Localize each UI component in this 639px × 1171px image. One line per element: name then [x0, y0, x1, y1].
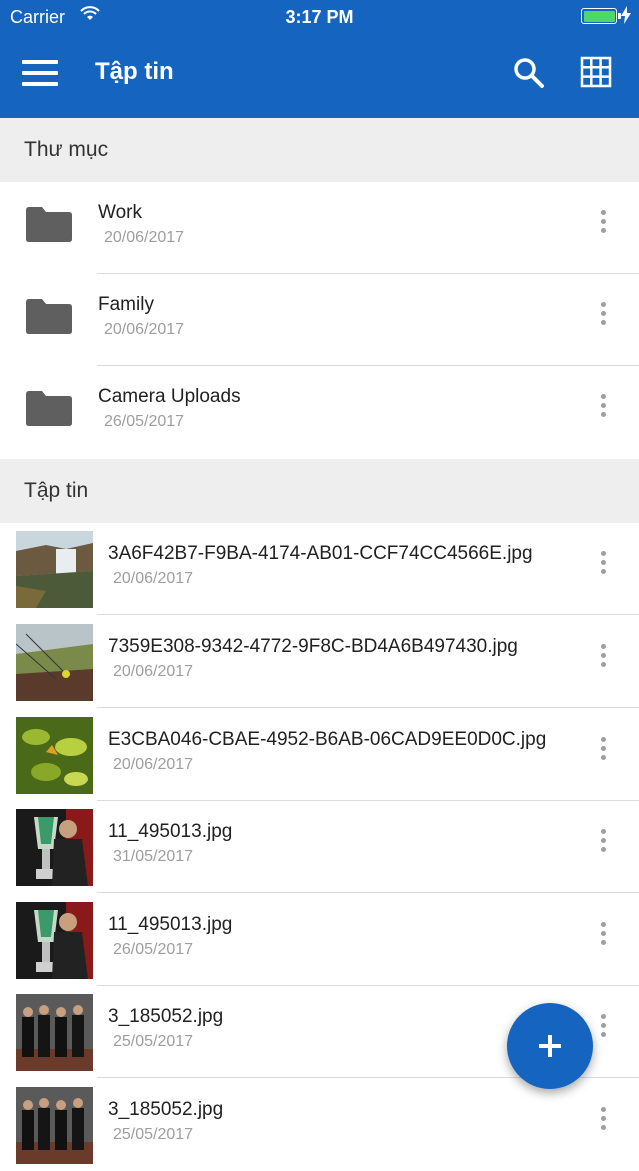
file-row[interactable]: 3A6F42B7-F9BA-4174-AB01-CCF74CC4566E.jpg… — [0, 523, 639, 615]
file-name: E3CBA046-CBAE-4952-B6AB-06CAD9EE0D0C.jpg — [108, 729, 547, 750]
more-options-icon[interactable] — [595, 1107, 611, 1143]
more-options-icon[interactable] — [595, 394, 611, 430]
file-date: 20/06/2017 — [113, 570, 194, 587]
status-time: 3:17 PM — [285, 7, 354, 27]
battery-icon — [581, 8, 621, 24]
search-icon[interactable] — [512, 56, 546, 90]
folder-name: Camera Uploads — [98, 386, 241, 407]
folder-icon — [26, 299, 72, 334]
files-section-header: Tập tin — [0, 459, 639, 523]
divider — [97, 614, 639, 615]
more-options-icon[interactable] — [595, 922, 611, 958]
more-options-icon[interactable] — [595, 737, 611, 773]
file-thumbnail-waterfall — [16, 531, 93, 608]
more-options-icon[interactable] — [595, 1014, 611, 1050]
menu-icon[interactable] — [22, 60, 58, 88]
folder-icon — [26, 391, 72, 426]
charging-bolt-icon — [621, 6, 631, 24]
file-date: 25/05/2017 — [113, 1033, 194, 1050]
more-options-icon[interactable] — [595, 551, 611, 587]
folder-row-camera-uploads[interactable]: Camera Uploads 26/05/2017 — [0, 366, 639, 458]
file-name: 3_185052.jpg — [108, 1099, 224, 1120]
more-options-icon[interactable] — [595, 210, 611, 246]
file-date: 20/06/2017 — [113, 663, 194, 680]
file-date: 26/05/2017 — [113, 941, 194, 958]
file-row[interactable]: 7359E308-9342-4772-9F8C-BD4A6B497430.jpg… — [0, 616, 639, 708]
page-title: Tập tin — [95, 58, 174, 85]
file-name: 7359E308-9342-4772-9F8C-BD4A6B497430.jpg — [108, 636, 518, 657]
file-thumbnail-leaves — [16, 717, 93, 794]
divider — [97, 707, 639, 708]
grid-view-icon[interactable] — [580, 56, 612, 88]
folder-name: Work — [98, 202, 142, 223]
file-name: 11_495013.jpg — [108, 821, 233, 842]
file-name: 3A6F42B7-F9BA-4174-AB01-CCF74CC4566E.jpg — [108, 543, 533, 564]
more-options-icon[interactable] — [595, 829, 611, 865]
file-thumbnail-group — [16, 1087, 93, 1164]
app-bar: Tập tin — [0, 34, 639, 118]
file-thumbnail-field — [16, 624, 93, 701]
file-date: 20/06/2017 — [113, 756, 194, 773]
file-date: 25/05/2017 — [113, 1126, 194, 1143]
divider — [97, 892, 639, 893]
file-name: 11_495013.jpg — [108, 914, 233, 935]
file-row[interactable]: 11_495013.jpg 26/05/2017 — [0, 894, 639, 986]
more-options-icon[interactable] — [595, 644, 611, 680]
file-thumbnail-trophy — [16, 809, 93, 886]
status-bar: Carrier 3:17 PM — [0, 0, 639, 34]
add-button[interactable] — [507, 1003, 593, 1089]
file-row[interactable]: 11_495013.jpg 31/05/2017 — [0, 801, 639, 893]
file-thumbnail-trophy — [16, 902, 93, 979]
folder-row-work[interactable]: Work 20/06/2017 — [0, 182, 639, 274]
file-row[interactable]: E3CBA046-CBAE-4952-B6AB-06CAD9EE0D0C.jpg… — [0, 709, 639, 801]
file-row[interactable]: 3_185052.jpg 25/05/2017 — [0, 1079, 639, 1171]
folder-row-family[interactable]: Family 20/06/2017 — [0, 274, 639, 366]
folder-date: 26/05/2017 — [104, 413, 185, 430]
folder-icon — [26, 207, 72, 242]
file-name: 3_185052.jpg — [108, 1006, 224, 1027]
folders-section-header: Thư mục — [0, 118, 639, 182]
folder-name: Family — [98, 294, 154, 315]
file-date: 31/05/2017 — [113, 848, 194, 865]
file-thumbnail-group — [16, 994, 93, 1071]
more-options-icon[interactable] — [595, 302, 611, 338]
folder-date: 20/06/2017 — [104, 321, 185, 338]
folder-date: 20/06/2017 — [104, 229, 185, 246]
